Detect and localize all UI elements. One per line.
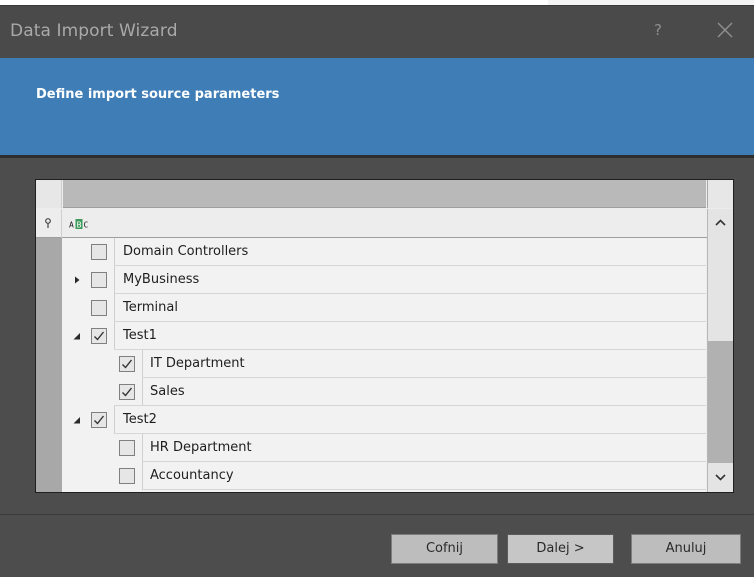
cell-separator	[114, 266, 115, 294]
grid-corner-cell-right	[707, 180, 733, 208]
tree-row[interactable]: MyBusiness	[62, 266, 706, 294]
tree-row[interactable]: HR Department	[62, 434, 706, 462]
row-checkbox[interactable]	[91, 300, 107, 316]
scroll-down-button[interactable]	[708, 463, 733, 492]
tree-row[interactable]: IT Department	[62, 350, 706, 378]
window-title: Data Import Wizard	[10, 21, 178, 41]
header-divider	[0, 155, 754, 158]
row-label: Terminal	[123, 300, 178, 315]
expand-arrow-icon[interactable]	[72, 275, 82, 285]
tree-row[interactable]: Domain Controllers	[62, 238, 706, 266]
filter-pin-cell	[36, 209, 62, 238]
svg-text:C: C	[84, 221, 89, 230]
checkmark-icon	[94, 415, 105, 425]
back-button[interactable]: Cofnij	[391, 534, 498, 564]
tree-rows: Domain Controllers MyBusiness Terminal T…	[36, 238, 706, 492]
chevron-up-icon	[715, 219, 726, 226]
row-label: Domain Controllers	[123, 244, 249, 259]
wizard-window: Data Import Wizard ? Define import sourc…	[0, 5, 754, 577]
row-divider	[142, 489, 706, 490]
close-icon	[717, 22, 733, 38]
collapse-arrow-icon[interactable]	[72, 331, 82, 341]
vertical-scrollbar[interactable]	[707, 209, 733, 492]
title-bar: Data Import Wizard ?	[0, 6, 754, 58]
close-button[interactable]	[712, 17, 738, 43]
checkmark-icon	[122, 359, 133, 369]
cancel-button[interactable]: Anuluj	[631, 534, 741, 564]
checkmark-icon	[94, 331, 105, 341]
row-label: Test2	[123, 412, 157, 427]
row-checkbox[interactable]	[91, 328, 107, 344]
row-checkbox[interactable]	[119, 356, 135, 372]
row-label: MyBusiness	[123, 272, 200, 287]
scroll-up-button[interactable]	[708, 209, 733, 238]
tree-row[interactable]: Accountancy	[62, 462, 706, 490]
cell-separator	[142, 462, 143, 490]
tree-grid: A B C Domain Controllers MyBusiness Term…	[35, 179, 734, 493]
cell-separator	[142, 350, 143, 378]
svg-text:A: A	[69, 221, 74, 230]
abc-text-filter-icon: A B C	[69, 219, 89, 230]
row-label: Sales	[150, 384, 185, 399]
row-checkbox[interactable]	[91, 244, 107, 260]
row-label: HR Department	[150, 440, 252, 455]
scroll-thumb[interactable]	[708, 341, 733, 463]
pin-icon	[45, 218, 51, 228]
grid-corner-cell	[36, 180, 62, 208]
row-indicator-column	[36, 238, 62, 492]
page-title: Define import source parameters	[36, 87, 280, 102]
cell-separator	[142, 434, 143, 462]
row-label: Test1	[123, 328, 157, 343]
row-checkbox[interactable]	[91, 272, 107, 288]
footer-divider	[0, 514, 754, 515]
chevron-down-icon	[715, 474, 726, 481]
tree-row[interactable]: Terminal	[62, 294, 706, 322]
cell-separator	[142, 378, 143, 406]
cell-separator	[114, 294, 115, 322]
tree-row[interactable]: Test1	[62, 322, 706, 350]
cell-separator	[114, 238, 115, 266]
checkmark-icon	[122, 387, 133, 397]
cell-separator	[114, 322, 115, 350]
row-label: IT Department	[150, 356, 245, 371]
tree-row[interactable]: Sales	[62, 378, 706, 406]
cell-separator	[114, 406, 115, 434]
row-checkbox[interactable]	[119, 384, 135, 400]
next-button[interactable]: Dalej >	[507, 534, 614, 564]
text-filter-button[interactable]: A B C	[69, 218, 97, 230]
filter-row: A B C	[36, 209, 733, 238]
svg-text:B: B	[77, 221, 82, 230]
collapse-arrow-icon[interactable]	[72, 415, 82, 425]
row-checkbox[interactable]	[119, 440, 135, 456]
wizard-header: Define import source parameters	[0, 58, 754, 155]
grid-group-panel	[36, 180, 733, 208]
tree-row[interactable]: Test2	[62, 406, 706, 434]
help-button[interactable]: ?	[648, 19, 668, 41]
row-label: Accountancy	[150, 468, 234, 483]
row-checkbox[interactable]	[91, 412, 107, 428]
row-checkbox[interactable]	[119, 468, 135, 484]
grid-column-header[interactable]	[63, 180, 706, 208]
